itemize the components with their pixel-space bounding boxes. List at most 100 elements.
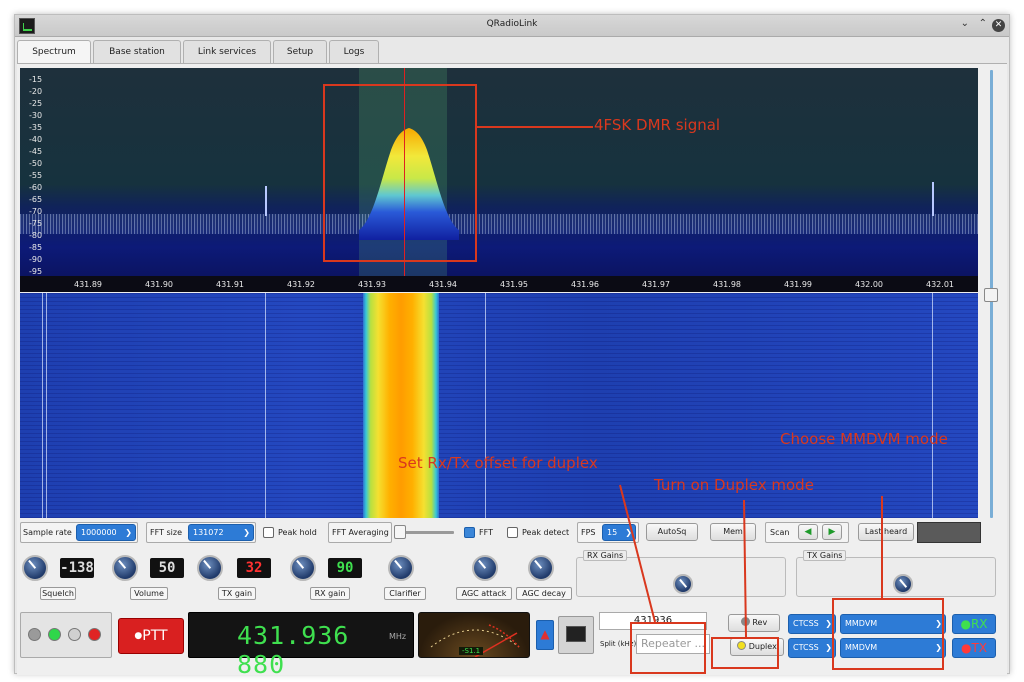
squelch-display: -138 — [60, 558, 94, 578]
agc-decay-knob[interactable] — [528, 555, 554, 581]
frequency-tick-label: 431.94 — [429, 280, 457, 289]
rx-gain-display: 90 — [328, 558, 362, 578]
fft-controls: Sample rate 1000000 ❯ FFT size 131072 ❯ Pe… — [20, 522, 998, 544]
tab-spectrum[interactable]: Spectrum — [17, 40, 91, 65]
chevron-down-icon: ❯ — [825, 619, 832, 628]
waterfall-line — [265, 293, 266, 518]
db-tick-label: -60 — [29, 183, 43, 192]
rx-gain-knob[interactable] — [290, 555, 316, 581]
tx-led-icon: ● — [960, 641, 972, 655]
db-tick-label: -65 — [29, 195, 43, 204]
tab-setup[interactable]: Setup — [273, 40, 327, 63]
rx-indicator: ●RX — [952, 614, 996, 634]
rev-led-icon — [740, 617, 750, 626]
annotation-box-mode — [832, 598, 944, 670]
db-tick-label: -25 — [29, 99, 43, 108]
fps-value: 15 — [607, 528, 618, 537]
clarifier-knob[interactable] — [388, 555, 414, 581]
chevron-down-icon: ❯ — [625, 528, 632, 537]
fft-label: FFT — [479, 528, 493, 537]
status-led-idle — [28, 628, 41, 641]
fft-size-label: FFT size — [150, 528, 183, 537]
tab-link-services[interactable]: Link services — [183, 40, 271, 63]
db-tick-label: -75 — [29, 219, 43, 228]
ptt-button[interactable]: ●PTT — [118, 618, 184, 654]
squelch-knob[interactable] — [22, 555, 48, 581]
main-window: QRadioLink ⌄ ⌃ ✕ Spectrum Base station L… — [14, 14, 1010, 679]
status-led-white — [68, 628, 81, 641]
peak-detect-checkbox[interactable] — [507, 527, 518, 538]
db-tick-label: -30 — [29, 111, 43, 120]
peak-hold-checkbox[interactable] — [263, 527, 274, 538]
rx-gain-label: RX gain — [310, 587, 350, 600]
tx-indicator: ●TX — [952, 638, 996, 658]
tx-gain-knob[interactable] — [197, 555, 223, 581]
spectrum-plot[interactable]: -15 -20 -25 -30 -35 -40 -45 -50 -55 -60 -65 -70 -75 -… — [20, 68, 978, 292]
fft-checkbox[interactable] — [464, 527, 475, 538]
waterfall-line — [932, 293, 933, 518]
volume-knob[interactable] — [112, 555, 138, 581]
fft-averaging-handle[interactable] — [394, 525, 406, 539]
tx-gain-stage-knob[interactable] — [893, 574, 913, 594]
fft-size-select[interactable]: 131072 ❯ — [188, 524, 254, 541]
spur-line — [932, 182, 934, 216]
tx-gain-display: 32 — [237, 558, 271, 578]
squelch-label: Squelch — [40, 587, 76, 600]
fps-select[interactable]: 15 ❯ — [602, 524, 636, 541]
scan-down-icon[interactable]: ◀ — [798, 524, 818, 540]
rx-gains-group: RX Gains — [576, 550, 786, 597]
status-led-red — [88, 628, 101, 641]
sample-rate-select[interactable]: 1000000 ❯ — [76, 524, 136, 541]
frequency-display[interactable]: 431.936 880 MHz — [188, 612, 414, 679]
minimize-icon[interactable]: ⌄ — [961, 18, 969, 29]
mem-button[interactable]: Mem — [710, 523, 756, 541]
tx-gains-group: TX Gains — [796, 550, 996, 597]
frequency-tick-label: 431.90 — [145, 280, 173, 289]
slider-handle[interactable] — [984, 288, 998, 302]
frequency-tick-label: 431.96 — [571, 280, 599, 289]
s-meter-readout: -S1.1 — [459, 647, 484, 655]
db-tick-label: -45 — [29, 147, 43, 156]
close-icon[interactable]: ✕ — [992, 19, 1005, 32]
annotation-mmdvm-text: Choose MMDVM mode — [780, 430, 948, 448]
ptt-label: PTT — [142, 628, 168, 644]
scan-up-icon[interactable]: ▶ — [822, 524, 842, 540]
tx-gain-label: TX gain — [218, 587, 256, 600]
waterfall-line — [485, 293, 486, 518]
annotation-duplex-text: Turn on Duplex mode — [654, 476, 814, 494]
tx-gains-label: TX Gains — [803, 550, 847, 561]
ctcss-select-rx[interactable]: CTCSS ❯ — [788, 614, 836, 634]
frequency-tick-label: 432.01 — [926, 280, 954, 289]
maximize-icon[interactable]: ⌃ — [979, 18, 987, 29]
db-tick-label: -35 — [29, 123, 43, 132]
frequency-tick-label: 431.93 — [358, 280, 386, 289]
db-tick-label: -70 — [29, 207, 43, 216]
annotation-box-signal — [323, 84, 477, 262]
vertical-slider[interactable] — [983, 68, 999, 520]
rx-gain-stage-knob[interactable] — [673, 574, 693, 594]
device-icon-screen — [566, 626, 586, 642]
waterfall-line — [46, 293, 47, 518]
ctcss-label: CTCSS — [793, 619, 819, 628]
db-tick-label: -50 — [29, 159, 43, 168]
last-heard-button[interactable]: Last heard — [858, 523, 914, 541]
s-meter: -S1.1 — [418, 612, 530, 658]
waterfall-display[interactable] — [20, 293, 978, 518]
volume-label: Volume — [130, 587, 168, 600]
tune-up-icon[interactable]: ▲ — [536, 620, 554, 650]
annotation-box-repeater — [630, 622, 706, 674]
tab-base-station[interactable]: Base station — [93, 40, 181, 63]
db-tick-label: -40 — [29, 135, 43, 144]
agc-attack-knob[interactable] — [472, 555, 498, 581]
frequency-tick-label: 431.95 — [500, 280, 528, 289]
tab-logs[interactable]: Logs — [329, 40, 379, 63]
volume-display: 50 — [150, 558, 184, 578]
ctcss-select-tx[interactable]: CTCSS ❯ — [788, 638, 836, 658]
fps-label: FPS — [581, 528, 596, 537]
annotation-box-duplex — [711, 637, 779, 669]
autosq-button[interactable]: AutoSq — [646, 523, 698, 541]
rev-button[interactable]: Rev — [728, 614, 780, 632]
rx-label: RX — [970, 617, 988, 631]
sample-rate-value: 1000000 — [81, 528, 117, 537]
status-led-green — [48, 628, 61, 641]
